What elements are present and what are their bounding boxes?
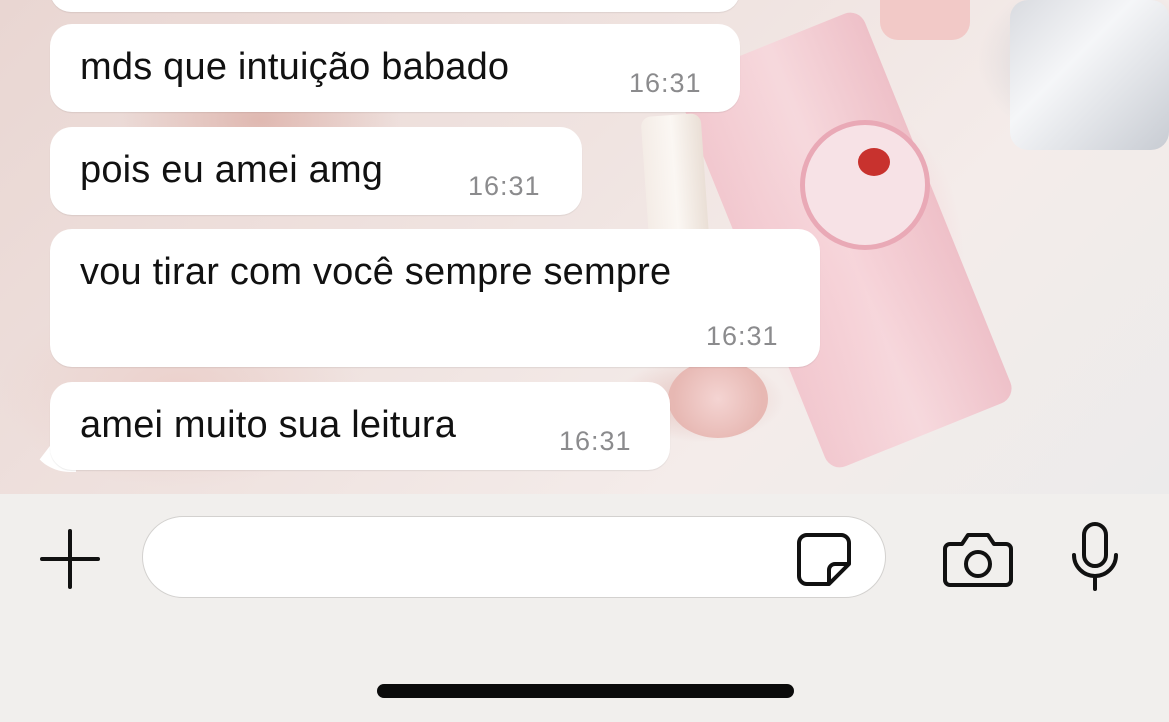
message-input[interactable] (171, 529, 795, 587)
camera-icon[interactable] (942, 530, 1014, 588)
message-bubble[interactable]: vou tirar com você sempre sempre 16:31 (50, 229, 820, 367)
microphone-icon[interactable] (1068, 521, 1122, 593)
message-bubble-partial[interactable] (50, 0, 740, 12)
plus-icon[interactable] (38, 527, 102, 591)
sticker-icon[interactable] (795, 530, 853, 588)
message-text: pois eu amei amg (80, 149, 384, 191)
message-text: vou tirar com você sempre sempre (80, 251, 672, 293)
message-time: 16:31 (706, 321, 779, 351)
message-text: amei muito sua leitura (80, 404, 457, 446)
home-indicator (377, 684, 794, 698)
message-input-field[interactable] (142, 516, 886, 598)
chat-background: mds que intuição babado 16:31 pois eu am… (0, 0, 1169, 494)
message-time: 16:31 (629, 68, 702, 98)
message-time: 16:31 (468, 171, 541, 201)
message-bubble[interactable]: amei muito sua leitura 16:31 (50, 382, 670, 470)
message-bubble[interactable]: pois eu amei amg 16:31 (50, 127, 582, 215)
message-time: 16:31 (559, 426, 632, 456)
message-bubble[interactable]: mds que intuição babado 16:31 (50, 24, 740, 112)
message-text: mds que intuição babado (80, 46, 510, 88)
